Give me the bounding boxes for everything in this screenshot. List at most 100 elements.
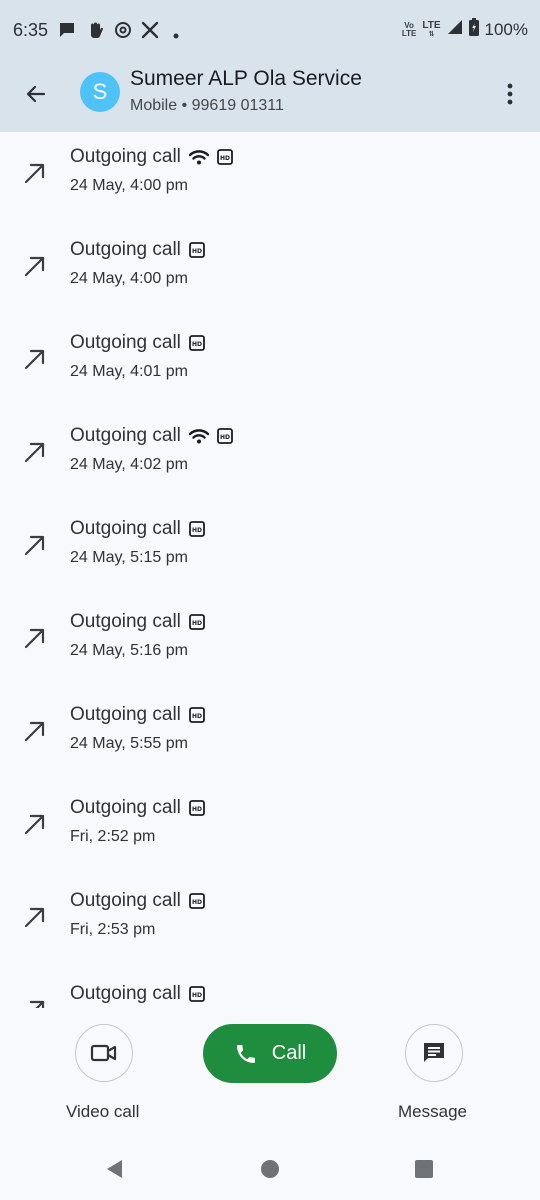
- call-log-row[interactable]: Outgoing call HD Fri, 2:52 pm: [0, 783, 540, 876]
- back-triangle-icon[interactable]: [104, 1158, 124, 1185]
- call-log-row[interactable]: Outgoing call HD: [0, 969, 540, 1008]
- status-time: 6:35: [13, 20, 49, 40]
- call-timestamp: 24 May, 4:00 pm: [70, 177, 188, 194]
- call-title-line: Outgoing call HD: [70, 425, 233, 447]
- hd-voice-label: HD: [192, 899, 202, 906]
- x-icon: [141, 21, 159, 44]
- chat-bubble-icon: [58, 21, 76, 44]
- hd-voice-label: HD: [192, 713, 202, 720]
- videocam-icon: [90, 1044, 117, 1062]
- hd-voice-icon: HD: [189, 521, 205, 537]
- call-log-row[interactable]: Outgoing call HD 24 May, 5:15 pm: [0, 504, 540, 597]
- call-timestamp: 24 May, 5:15 pm: [70, 549, 188, 566]
- outgoing-call-arrow-icon: [24, 628, 45, 649]
- outgoing-call-arrow-icon: [24, 349, 45, 370]
- avatar[interactable]: S: [80, 72, 120, 112]
- call-log-row[interactable]: Outgoing call HD Fri, 2:53 pm: [0, 876, 540, 969]
- hd-voice-label: HD: [192, 527, 202, 534]
- call-type-label: Outgoing call: [70, 425, 181, 446]
- dot-icon: [172, 27, 180, 45]
- call-type-label: Outgoing call: [70, 983, 181, 1004]
- battery-percent: 100%: [484, 19, 528, 39]
- call-type-label: Outgoing call: [70, 518, 181, 539]
- call-title-line: Outgoing call HD: [70, 611, 205, 633]
- call-log-row[interactable]: Outgoing call HD 24 May, 5:55 pm: [0, 690, 540, 783]
- outgoing-call-arrow-icon: [29, 1000, 45, 1008]
- call-title-line: Outgoing call HD: [70, 518, 205, 540]
- video-call-button[interactable]: [75, 1024, 133, 1082]
- hd-voice-icon: HD: [189, 614, 205, 630]
- system-navigation-bar: [0, 1136, 540, 1200]
- hd-voice-icon: HD: [189, 335, 205, 351]
- call-type-label: Outgoing call: [70, 704, 181, 725]
- threads-icon: [114, 21, 132, 44]
- back-button[interactable]: [18, 76, 54, 112]
- contact-subtitle: Mobile • 99619 01311: [130, 97, 284, 114]
- call-log-row[interactable]: Outgoing call HD 24 May, 4:01 pm: [0, 318, 540, 411]
- hd-voice-label: HD: [192, 341, 202, 348]
- outgoing-call-arrow-icon: [24, 442, 45, 463]
- call-title-line: Outgoing call HD: [70, 332, 205, 354]
- wifi-calling-icon: [188, 150, 209, 165]
- action-bar: Video call Call Message: [0, 1008, 540, 1136]
- outgoing-call-arrow-icon: [24, 721, 45, 742]
- call-timestamp: 24 May, 5:55 pm: [70, 735, 188, 752]
- message-icon: [424, 1043, 444, 1062]
- phone-icon: [236, 1044, 255, 1063]
- call-type-label: Outgoing call: [70, 146, 181, 167]
- outgoing-call-arrow-icon: [24, 535, 45, 556]
- message-label: Message: [398, 1102, 467, 1121]
- outgoing-call-arrow-icon: [24, 163, 45, 184]
- call-type-label: Outgoing call: [70, 611, 181, 632]
- hd-voice-icon: HD: [189, 986, 205, 1002]
- call-timestamp: 24 May, 5:16 pm: [70, 642, 188, 659]
- call-log-row[interactable]: Outgoing call HD 24 May, 5:16 pm: [0, 597, 540, 690]
- more-options-button[interactable]: [494, 76, 526, 112]
- status-bar: 6:35 Vo LTE LTE ⇅ 100%: [0, 0, 540, 62]
- call-history-list[interactable]: Outgoing call HD 24 May, 4:00 pm Outgoing c…: [0, 132, 540, 1008]
- call-title-line: Outgoing call HD: [70, 239, 205, 261]
- call-button-label: Call: [271, 1042, 307, 1064]
- call-title-line: Outgoing call HD: [70, 797, 205, 819]
- header-background: 6:35 Vo LTE LTE ⇅ 100% S Sumeer ALP Ola …: [0, 0, 540, 132]
- battery-icon: [468, 18, 479, 41]
- volte-indicator: Vo LTE: [401, 20, 417, 38]
- call-title-line: Outgoing call HD: [70, 983, 205, 1005]
- more-vert-icon: [507, 83, 513, 105]
- app-bar: S Sumeer ALP Ola Service Mobile • 99619 …: [0, 62, 540, 132]
- call-log-row[interactable]: Outgoing call HD 24 May, 4:00 pm: [0, 225, 540, 318]
- hd-voice-label: HD: [192, 806, 202, 813]
- wifi-calling-icon: [188, 429, 209, 444]
- hd-voice-icon: HD: [189, 242, 205, 258]
- lte-indicator: LTE ⇅: [422, 19, 441, 38]
- hd-voice-label: HD: [220, 434, 230, 441]
- outgoing-call-arrow-icon: [24, 256, 45, 277]
- call-timestamp: Fri, 2:53 pm: [70, 921, 156, 938]
- call-type-label: Outgoing call: [70, 797, 181, 818]
- home-circle-icon[interactable]: [260, 1158, 280, 1185]
- message-button[interactable]: [405, 1024, 463, 1082]
- call-timestamp: 24 May, 4:00 pm: [70, 270, 188, 287]
- outgoing-call-arrow-icon: [24, 814, 45, 835]
- call-button[interactable]: Call: [203, 1024, 337, 1083]
- hd-voice-label: HD: [192, 620, 202, 627]
- hd-voice-icon: HD: [217, 149, 233, 165]
- hd-voice-icon: HD: [189, 707, 205, 723]
- call-timestamp: 24 May, 4:02 pm: [70, 456, 188, 473]
- hd-voice-icon: HD: [189, 893, 205, 909]
- contact-name: Sumeer ALP Ola Service: [130, 67, 362, 90]
- call-title-line: Outgoing call HD: [70, 890, 205, 912]
- call-type-label: Outgoing call: [70, 239, 181, 260]
- recents-square-icon[interactable]: [414, 1158, 434, 1185]
- hd-voice-label: HD: [192, 992, 202, 999]
- call-title-line: Outgoing call HD: [70, 704, 205, 726]
- arrow-back-icon: [26, 85, 46, 103]
- hand-icon: [87, 21, 105, 44]
- call-log-row[interactable]: Outgoing call HD 24 May, 4:02 pm: [0, 411, 540, 504]
- call-log-row[interactable]: Outgoing call HD 24 May, 4:00 pm: [0, 132, 540, 225]
- call-timestamp: 24 May, 4:01 pm: [70, 363, 188, 380]
- call-type-label: Outgoing call: [70, 890, 181, 911]
- status-right: Vo LTE LTE ⇅ 100%: [402, 18, 528, 41]
- call-type-label: Outgoing call: [70, 332, 181, 353]
- signal-icon: [447, 19, 463, 40]
